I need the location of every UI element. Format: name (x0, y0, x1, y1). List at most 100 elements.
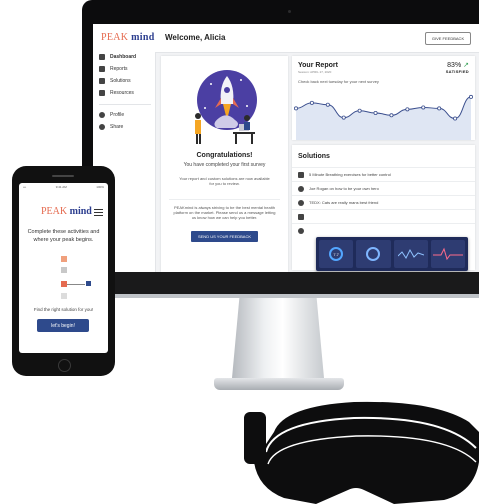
sidebar-item-reports[interactable]: Reports (99, 64, 153, 74)
report-card: Your Report Session: APRIL 27, 2020 83% … (292, 56, 475, 140)
solution-label: TEDX: Cats are really mans best friend (309, 200, 379, 205)
activity-block[interactable] (86, 281, 91, 286)
pulse-icon (432, 247, 463, 261)
sidebar-item-resources[interactable]: Resources (99, 88, 153, 98)
sidebar-item-label: Solutions (110, 78, 131, 84)
next-survey-note: Check back next tuesday for your next su… (298, 79, 379, 84)
sidebar-item-profile[interactable]: Profile (99, 110, 153, 120)
activity-connector (67, 284, 85, 285)
phone-status-bar: ••• 9:41 AM 100% (23, 185, 104, 189)
document-icon (298, 171, 304, 178)
chart-point[interactable] (309, 100, 314, 105)
battery-indicator: 100% (96, 185, 104, 189)
chart-point[interactable] (357, 108, 362, 113)
phone-logo[interactable]: PEAK mind (41, 206, 92, 217)
preview-tile (356, 240, 391, 268)
report-chart (294, 94, 473, 140)
sidebar-divider (99, 104, 151, 105)
phone-home-button[interactable] (58, 359, 71, 372)
preview-tile (393, 240, 428, 268)
chart-point[interactable] (325, 102, 330, 107)
send-feedback-button[interactable]: SEND US YOUR FEEDBACK (191, 231, 258, 242)
congrats-mission-text: PEAKmind is always striving to be the be… (173, 205, 276, 220)
gauge-value: 7.7 (333, 251, 339, 257)
give-feedback-button[interactable]: GIVE FEEDBACK (425, 32, 471, 45)
report-date: Session: APRIL 27, 2020 (298, 70, 332, 74)
phone-screen: ••• 9:41 AM 100% PEAK mind Complete thes… (19, 183, 108, 353)
phone-heading: Complete these activities and where your… (27, 229, 100, 243)
solution-label: Joe Rogan on how to be your own hero (309, 186, 379, 191)
play-icon (298, 199, 304, 206)
top-header: Welcome, Alicia GIVE FEEDBACK (155, 24, 479, 53)
page-title: Welcome, Alicia (165, 33, 226, 42)
sidebar-item-solutions[interactable]: Solutions (99, 76, 153, 86)
chart-point[interactable] (405, 107, 410, 112)
activity-block[interactable] (61, 267, 67, 273)
congrats-title: Congratulations! (196, 152, 253, 159)
solution-item[interactable]: 5 Minute Breathing exercises for better … (292, 167, 475, 181)
chart-point[interactable] (389, 113, 394, 118)
solution-item[interactable] (292, 209, 475, 223)
chart-point[interactable] (373, 110, 378, 115)
phone-find-text: Find the right solution for you! (33, 307, 94, 312)
card-divider (169, 199, 280, 200)
profile-icon (99, 112, 105, 118)
solutions-card: Solutions 5 Minute Breathing exercises f… (292, 145, 475, 271)
preview-tile: 7.7 (319, 240, 354, 268)
dashboard-icon (99, 54, 105, 60)
sidebar-item-label: Reports (110, 66, 128, 72)
chart-point[interactable] (294, 106, 299, 111)
sidebar-item-share[interactable]: Share (99, 122, 153, 132)
phone-speaker (52, 175, 74, 177)
gauge-ring (366, 247, 381, 261)
gauge-ring: 7.7 (329, 247, 344, 261)
chart-area (296, 96, 471, 140)
solution-label: 5 Minute Breathing exercises for better … (309, 172, 391, 177)
congrats-body: Your report and custom solutions are now… (179, 176, 270, 186)
sidebar-item-label: Profile (110, 112, 125, 118)
monitor-stand (232, 298, 324, 378)
congrats-subtitle: You have completed your first survey (183, 162, 266, 168)
phone-clock: 9:41 AM (55, 185, 67, 189)
sidebar-item-dashboard[interactable]: Dashboard (99, 52, 153, 62)
activity-block[interactable] (61, 256, 67, 262)
chart-point[interactable] (468, 94, 473, 99)
resources-icon (99, 90, 105, 96)
play-icon (298, 185, 304, 192)
dashboard-preview-overlay: 7.7 (316, 237, 468, 271)
report-title: Your Report (298, 62, 338, 69)
trend-up-icon: ↗ (463, 62, 469, 69)
signal-indicator: ••• (23, 185, 27, 189)
monitor-stand-base (214, 378, 344, 390)
chart-point[interactable] (341, 115, 346, 120)
chart-point[interactable] (453, 116, 458, 121)
app-logo[interactable]: PEAK mind (101, 32, 155, 43)
chart-point[interactable] (437, 106, 442, 111)
lets-begin-button[interactable]: let's begin! (37, 319, 89, 332)
desktop-screen: PEAK mind Dashboard Reports Solutions Re… (93, 24, 479, 272)
solutions-icon (99, 78, 105, 84)
preview-tile (430, 240, 465, 268)
status-badge: SATISFIED (445, 69, 469, 74)
vr-headset-illustration (244, 401, 479, 504)
solution-item[interactable] (292, 223, 475, 237)
play-icon (298, 227, 304, 234)
monitor-edge (82, 294, 479, 298)
sidebar-item-label: Resources (110, 90, 134, 96)
reports-icon (99, 66, 105, 72)
document-icon (298, 213, 304, 220)
solution-item[interactable]: Joe Rogan on how to be your own hero (292, 181, 475, 195)
chart-point[interactable] (421, 105, 426, 110)
rocket-illustration (195, 70, 257, 144)
wave-icon (397, 248, 424, 259)
share-icon (99, 124, 105, 130)
monitor-camera (288, 10, 291, 13)
monitor-chin (82, 272, 479, 296)
hamburger-menu-icon[interactable] (94, 209, 103, 216)
score-value: 83% (447, 62, 462, 69)
solutions-title: Solutions (298, 153, 330, 160)
solution-item[interactable]: TEDX: Cats are really mans best friend (292, 195, 475, 209)
sidebar-item-label: Dashboard (110, 54, 137, 60)
activity-block[interactable] (61, 293, 67, 299)
report-score: 83% ↗ (447, 61, 469, 69)
